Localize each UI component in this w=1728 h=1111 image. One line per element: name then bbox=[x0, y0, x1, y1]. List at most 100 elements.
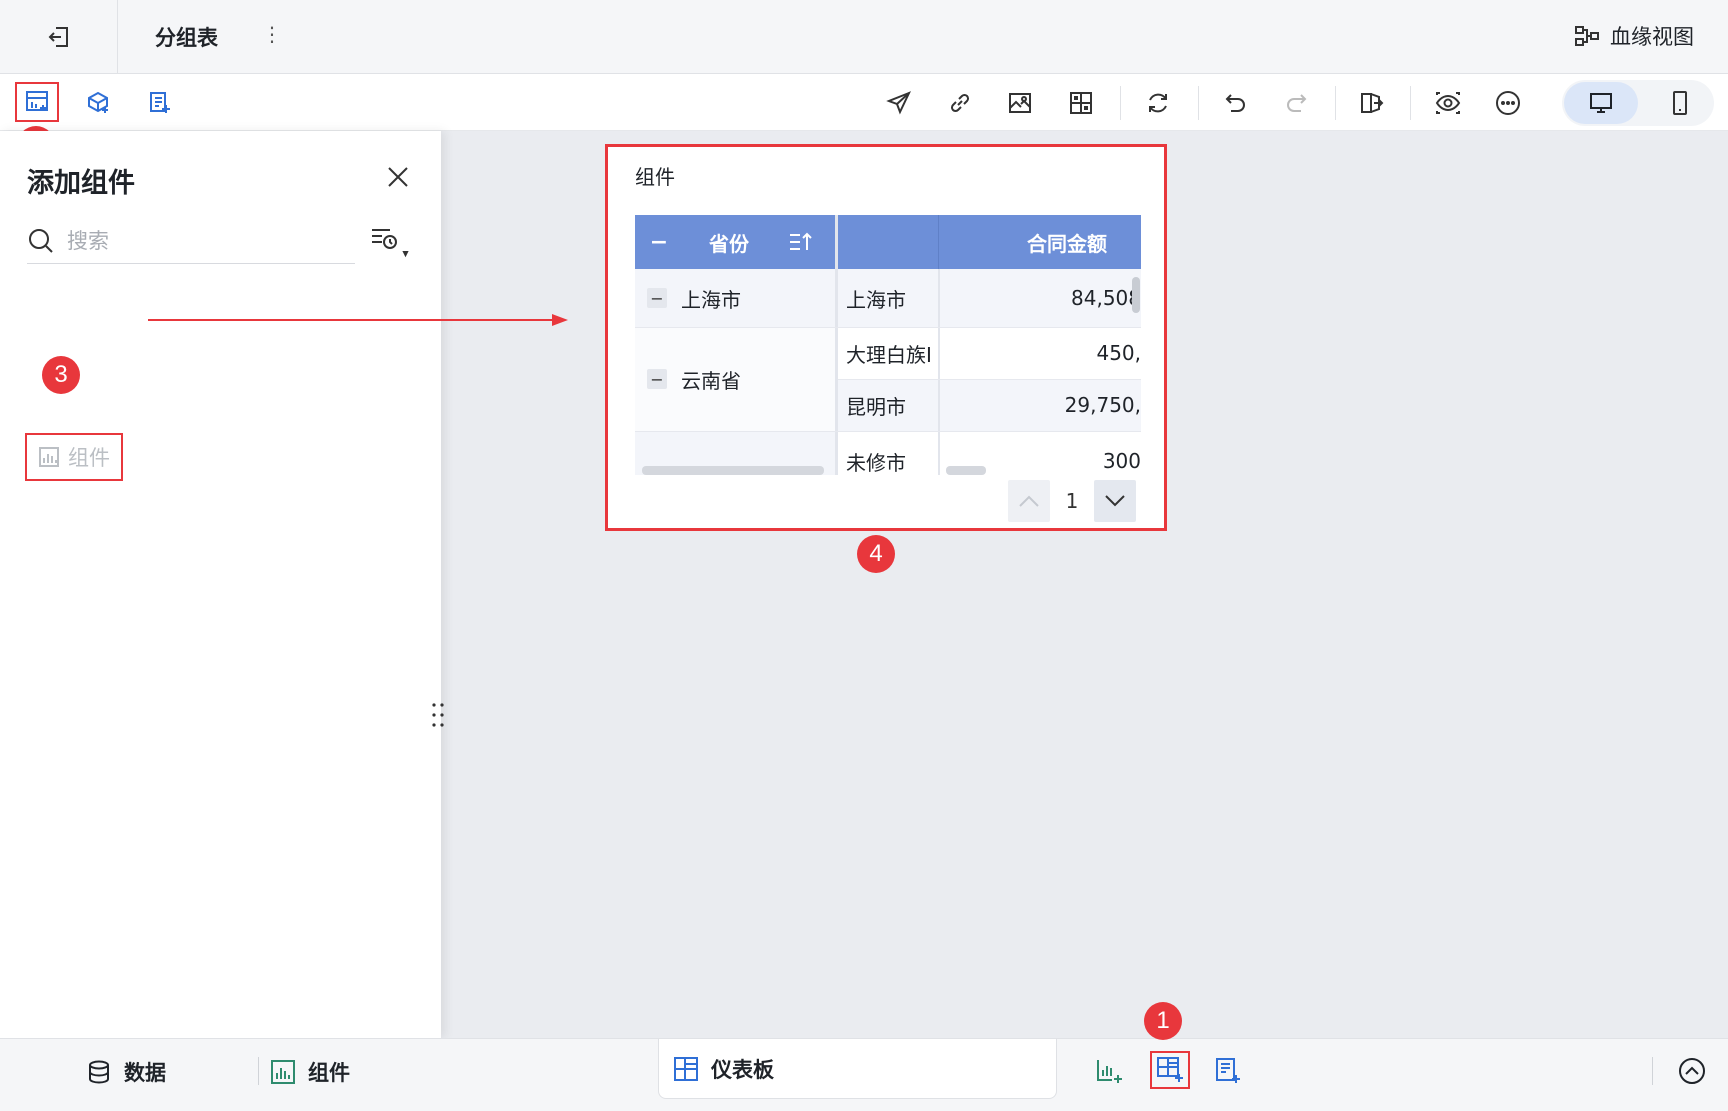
add-model-button[interactable] bbox=[78, 83, 118, 123]
redo-icon bbox=[1287, 94, 1307, 112]
more-button[interactable] bbox=[1488, 83, 1528, 123]
add-layout-icon bbox=[1157, 1057, 1183, 1082]
lineage-label: 血缘视图 bbox=[1610, 25, 1694, 49]
search-icon bbox=[29, 229, 53, 253]
send-button[interactable] bbox=[879, 83, 919, 123]
table-row: − 上海市 bbox=[647, 269, 741, 327]
grid-icon bbox=[1070, 92, 1092, 114]
province-cell: 上海市 bbox=[681, 287, 741, 312]
lineage-view-button[interactable]: 血缘视图 bbox=[1574, 21, 1694, 51]
grouped-table: − 省份 合同金额 − 上海市 上海市 84,508 − 云南省 大理白族I 4… bbox=[635, 215, 1141, 475]
bottom-bar: 数据 组件 仪表板 bbox=[0, 1038, 1728, 1111]
amount-cell: 450, bbox=[1096, 341, 1141, 365]
add-chart-icon bbox=[26, 91, 48, 111]
undo-button[interactable] bbox=[1216, 83, 1256, 123]
city-cell: 大理白族I bbox=[846, 342, 932, 367]
search-box bbox=[27, 219, 355, 264]
desktop-view-button[interactable] bbox=[1564, 82, 1638, 124]
chevron-up-icon bbox=[1019, 495, 1039, 507]
close-panel-button[interactable] bbox=[382, 161, 414, 193]
redo-button[interactable] bbox=[1276, 83, 1316, 123]
search-input[interactable] bbox=[67, 229, 327, 253]
top-bar: 分组表 ⋮ 血缘视图 bbox=[0, 0, 1728, 74]
exit-icon bbox=[48, 27, 68, 47]
chevron-up-circle-icon bbox=[1679, 1058, 1705, 1084]
next-page-button[interactable] bbox=[1094, 480, 1136, 522]
dashboard-icon bbox=[674, 1056, 698, 1081]
province-header-label: 省份 bbox=[709, 231, 749, 256]
link-button[interactable] bbox=[940, 83, 980, 123]
dashboard-tab-label: 仪表板 bbox=[711, 1057, 774, 1082]
add-filter-icon bbox=[150, 92, 170, 113]
add-chart-button[interactable] bbox=[1092, 1053, 1128, 1089]
component-tab-label: 组件 bbox=[308, 1061, 350, 1085]
sort-history-button[interactable] bbox=[366, 221, 412, 267]
dashboard-tab[interactable]: 仪表板 bbox=[658, 1039, 1057, 1099]
add-component-panel: 添加组件 组件 bbox=[0, 131, 444, 1038]
add-filter-button[interactable] bbox=[139, 83, 179, 123]
more-vertical-icon[interactable]: ⋮ bbox=[262, 22, 282, 46]
amount-cell: 29,750, bbox=[1064, 393, 1141, 417]
panel-title: 添加组件 bbox=[27, 168, 135, 199]
database-icon bbox=[89, 1060, 109, 1084]
component-tab[interactable]: 组件 bbox=[270, 1051, 350, 1093]
close-icon bbox=[388, 167, 408, 187]
refresh-button[interactable] bbox=[1138, 83, 1178, 123]
data-tab-label: 数据 bbox=[124, 1061, 166, 1085]
city-cell: 昆明市 bbox=[846, 394, 906, 419]
amount-cell: 300 bbox=[1102, 449, 1141, 473]
city-cell: 未修市 bbox=[846, 450, 906, 475]
sort-icon[interactable] bbox=[787, 230, 813, 254]
widget-title: 组件 bbox=[635, 165, 675, 189]
add-report-icon bbox=[1216, 1058, 1240, 1083]
undo-icon bbox=[1225, 94, 1245, 112]
table-widget[interactable]: 组件 − 省份 合同金额 − 上海市 上海市 84,508 − 云南省 大理白族… bbox=[605, 144, 1167, 531]
prev-page-button[interactable] bbox=[1008, 480, 1050, 522]
collapse-all-icon[interactable]: − bbox=[649, 230, 669, 255]
city-cell: 上海市 bbox=[846, 287, 906, 312]
bar-chart-icon bbox=[271, 1060, 295, 1084]
add-report-button[interactable] bbox=[1210, 1053, 1246, 1089]
annotation-badge-3: 3 bbox=[42, 356, 80, 394]
image-edit-icon bbox=[1009, 93, 1031, 113]
export-button[interactable] bbox=[1352, 83, 1392, 123]
add-layout-button[interactable] bbox=[1150, 1051, 1190, 1089]
horizontal-scrollbar-right[interactable] bbox=[946, 466, 986, 475]
amount-header: 合同金额 bbox=[938, 215, 1141, 269]
sort-time-icon bbox=[372, 229, 409, 258]
province-header: − 省份 bbox=[635, 215, 835, 269]
back-button[interactable] bbox=[0, 0, 118, 74]
collapse-row-icon[interactable]: − bbox=[647, 288, 667, 308]
mobile-icon bbox=[1673, 91, 1687, 115]
add-chart-icon bbox=[1097, 1060, 1122, 1083]
link-icon bbox=[950, 93, 970, 113]
image-button[interactable] bbox=[1000, 83, 1040, 123]
table-row: − 云南省 bbox=[647, 327, 741, 431]
collapse-row-icon[interactable]: − bbox=[647, 369, 667, 389]
component-item-label: 组件 bbox=[68, 446, 110, 470]
bar-chart-icon bbox=[39, 447, 59, 467]
add-component-toolbar-button[interactable] bbox=[15, 82, 59, 122]
annotation-badge-1: 1 bbox=[1144, 1002, 1182, 1040]
component-item[interactable]: 组件 bbox=[25, 433, 123, 481]
cube-plus-icon bbox=[88, 91, 108, 113]
collapse-bottom-button[interactable] bbox=[1674, 1053, 1710, 1089]
refresh-icon bbox=[1149, 93, 1167, 113]
amount-cell: 84,508 bbox=[1071, 286, 1141, 310]
data-tab[interactable]: 数据 bbox=[86, 1051, 166, 1093]
vertical-scrollbar[interactable] bbox=[1132, 277, 1140, 313]
resize-handle[interactable] bbox=[430, 701, 446, 733]
chevron-down-icon bbox=[1105, 495, 1125, 507]
horizontal-scrollbar-left[interactable] bbox=[642, 466, 824, 475]
page-title: 分组表 bbox=[155, 26, 218, 50]
city-header bbox=[838, 215, 938, 269]
annotation-badge-4: 4 bbox=[857, 535, 895, 573]
mobile-view-button[interactable] bbox=[1652, 82, 1708, 124]
export-icon bbox=[1361, 93, 1384, 113]
more-horizontal-icon bbox=[1496, 91, 1520, 115]
send-icon bbox=[886, 91, 911, 115]
eye-icon bbox=[1435, 92, 1461, 114]
pagination: 1 bbox=[1008, 480, 1136, 522]
preview-button[interactable] bbox=[1428, 83, 1468, 123]
layout-button[interactable] bbox=[1061, 83, 1101, 123]
